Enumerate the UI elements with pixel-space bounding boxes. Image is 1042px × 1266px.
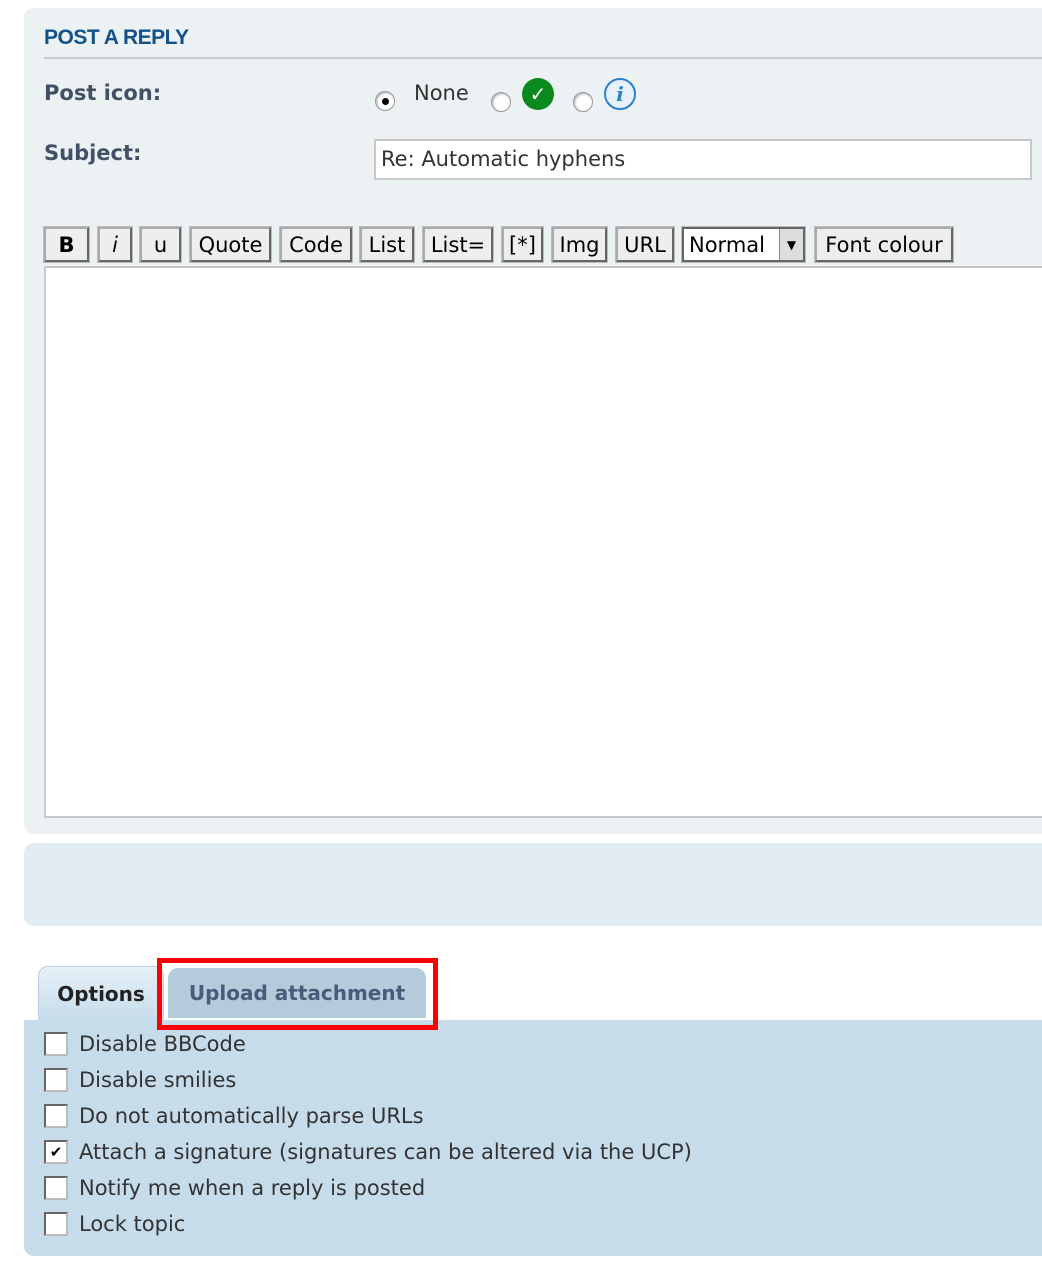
bold-button[interactable]: B bbox=[43, 226, 90, 263]
post-icon-none-radio[interactable] bbox=[375, 91, 395, 111]
checkbox[interactable] bbox=[44, 1104, 68, 1128]
chevron-down-icon: ▼ bbox=[779, 229, 803, 260]
post-icon-check-radio[interactable] bbox=[491, 92, 511, 112]
italic-button[interactable]: i bbox=[97, 226, 133, 263]
checkbox[interactable] bbox=[44, 1032, 68, 1056]
subject-input[interactable]: Re: Automatic hyphens bbox=[374, 139, 1032, 180]
highlight-box bbox=[157, 958, 438, 1030]
code-button[interactable]: Code bbox=[279, 226, 353, 263]
option-no-parse-urls[interactable]: Do not automatically parse URLs bbox=[44, 1104, 424, 1128]
option-label: Notify me when a reply is posted bbox=[79, 1176, 426, 1200]
option-disable-bbcode[interactable]: Disable BBCode bbox=[44, 1032, 246, 1056]
img-button[interactable]: Img bbox=[551, 226, 608, 263]
option-label: Disable BBCode bbox=[79, 1032, 246, 1056]
font-size-select[interactable]: Normal ▼ bbox=[681, 226, 806, 263]
underline-button[interactable]: u bbox=[139, 226, 182, 263]
list-ordered-button[interactable]: List= bbox=[422, 226, 494, 263]
option-notify-reply[interactable]: Notify me when a reply is posted bbox=[44, 1176, 425, 1200]
option-disable-smilies[interactable]: Disable smilies bbox=[44, 1068, 236, 1092]
checkbox[interactable] bbox=[44, 1068, 68, 1092]
tab-options[interactable]: Options bbox=[38, 966, 164, 1022]
divider bbox=[44, 57, 1042, 59]
checkbox-checked[interactable]: ✔ bbox=[44, 1140, 68, 1164]
list-item-button[interactable]: [*] bbox=[501, 226, 544, 263]
font-size-value: Normal bbox=[689, 232, 765, 257]
list-button[interactable]: List bbox=[359, 226, 415, 263]
checkbox[interactable] bbox=[44, 1212, 68, 1236]
info-icon: i bbox=[604, 78, 636, 110]
option-attach-signature[interactable]: ✔ Attach a signature (signatures can be a… bbox=[44, 1140, 692, 1164]
post-icon-info-radio[interactable] bbox=[573, 92, 593, 112]
message-textarea[interactable] bbox=[44, 266, 1042, 818]
url-button[interactable]: URL bbox=[615, 226, 675, 263]
page-title: POST A REPLY bbox=[44, 26, 189, 49]
secondary-panel bbox=[24, 843, 1042, 926]
checkbox[interactable] bbox=[44, 1176, 68, 1200]
option-label: Lock topic bbox=[79, 1212, 186, 1236]
font-colour-button[interactable]: Font colour bbox=[814, 226, 954, 263]
option-label: Do not automatically parse URLs bbox=[79, 1104, 424, 1128]
subject-label: Subject: bbox=[44, 141, 142, 165]
green-check-icon: ✓ bbox=[522, 78, 554, 110]
option-label: Attach a signature (signatures can be al… bbox=[79, 1140, 692, 1164]
option-lock-topic[interactable]: Lock topic bbox=[44, 1212, 185, 1236]
post-icon-label: Post icon: bbox=[44, 81, 162, 105]
quote-button[interactable]: Quote bbox=[189, 226, 272, 263]
post-icon-none-label: None bbox=[414, 81, 469, 105]
option-label: Disable smilies bbox=[79, 1068, 237, 1092]
